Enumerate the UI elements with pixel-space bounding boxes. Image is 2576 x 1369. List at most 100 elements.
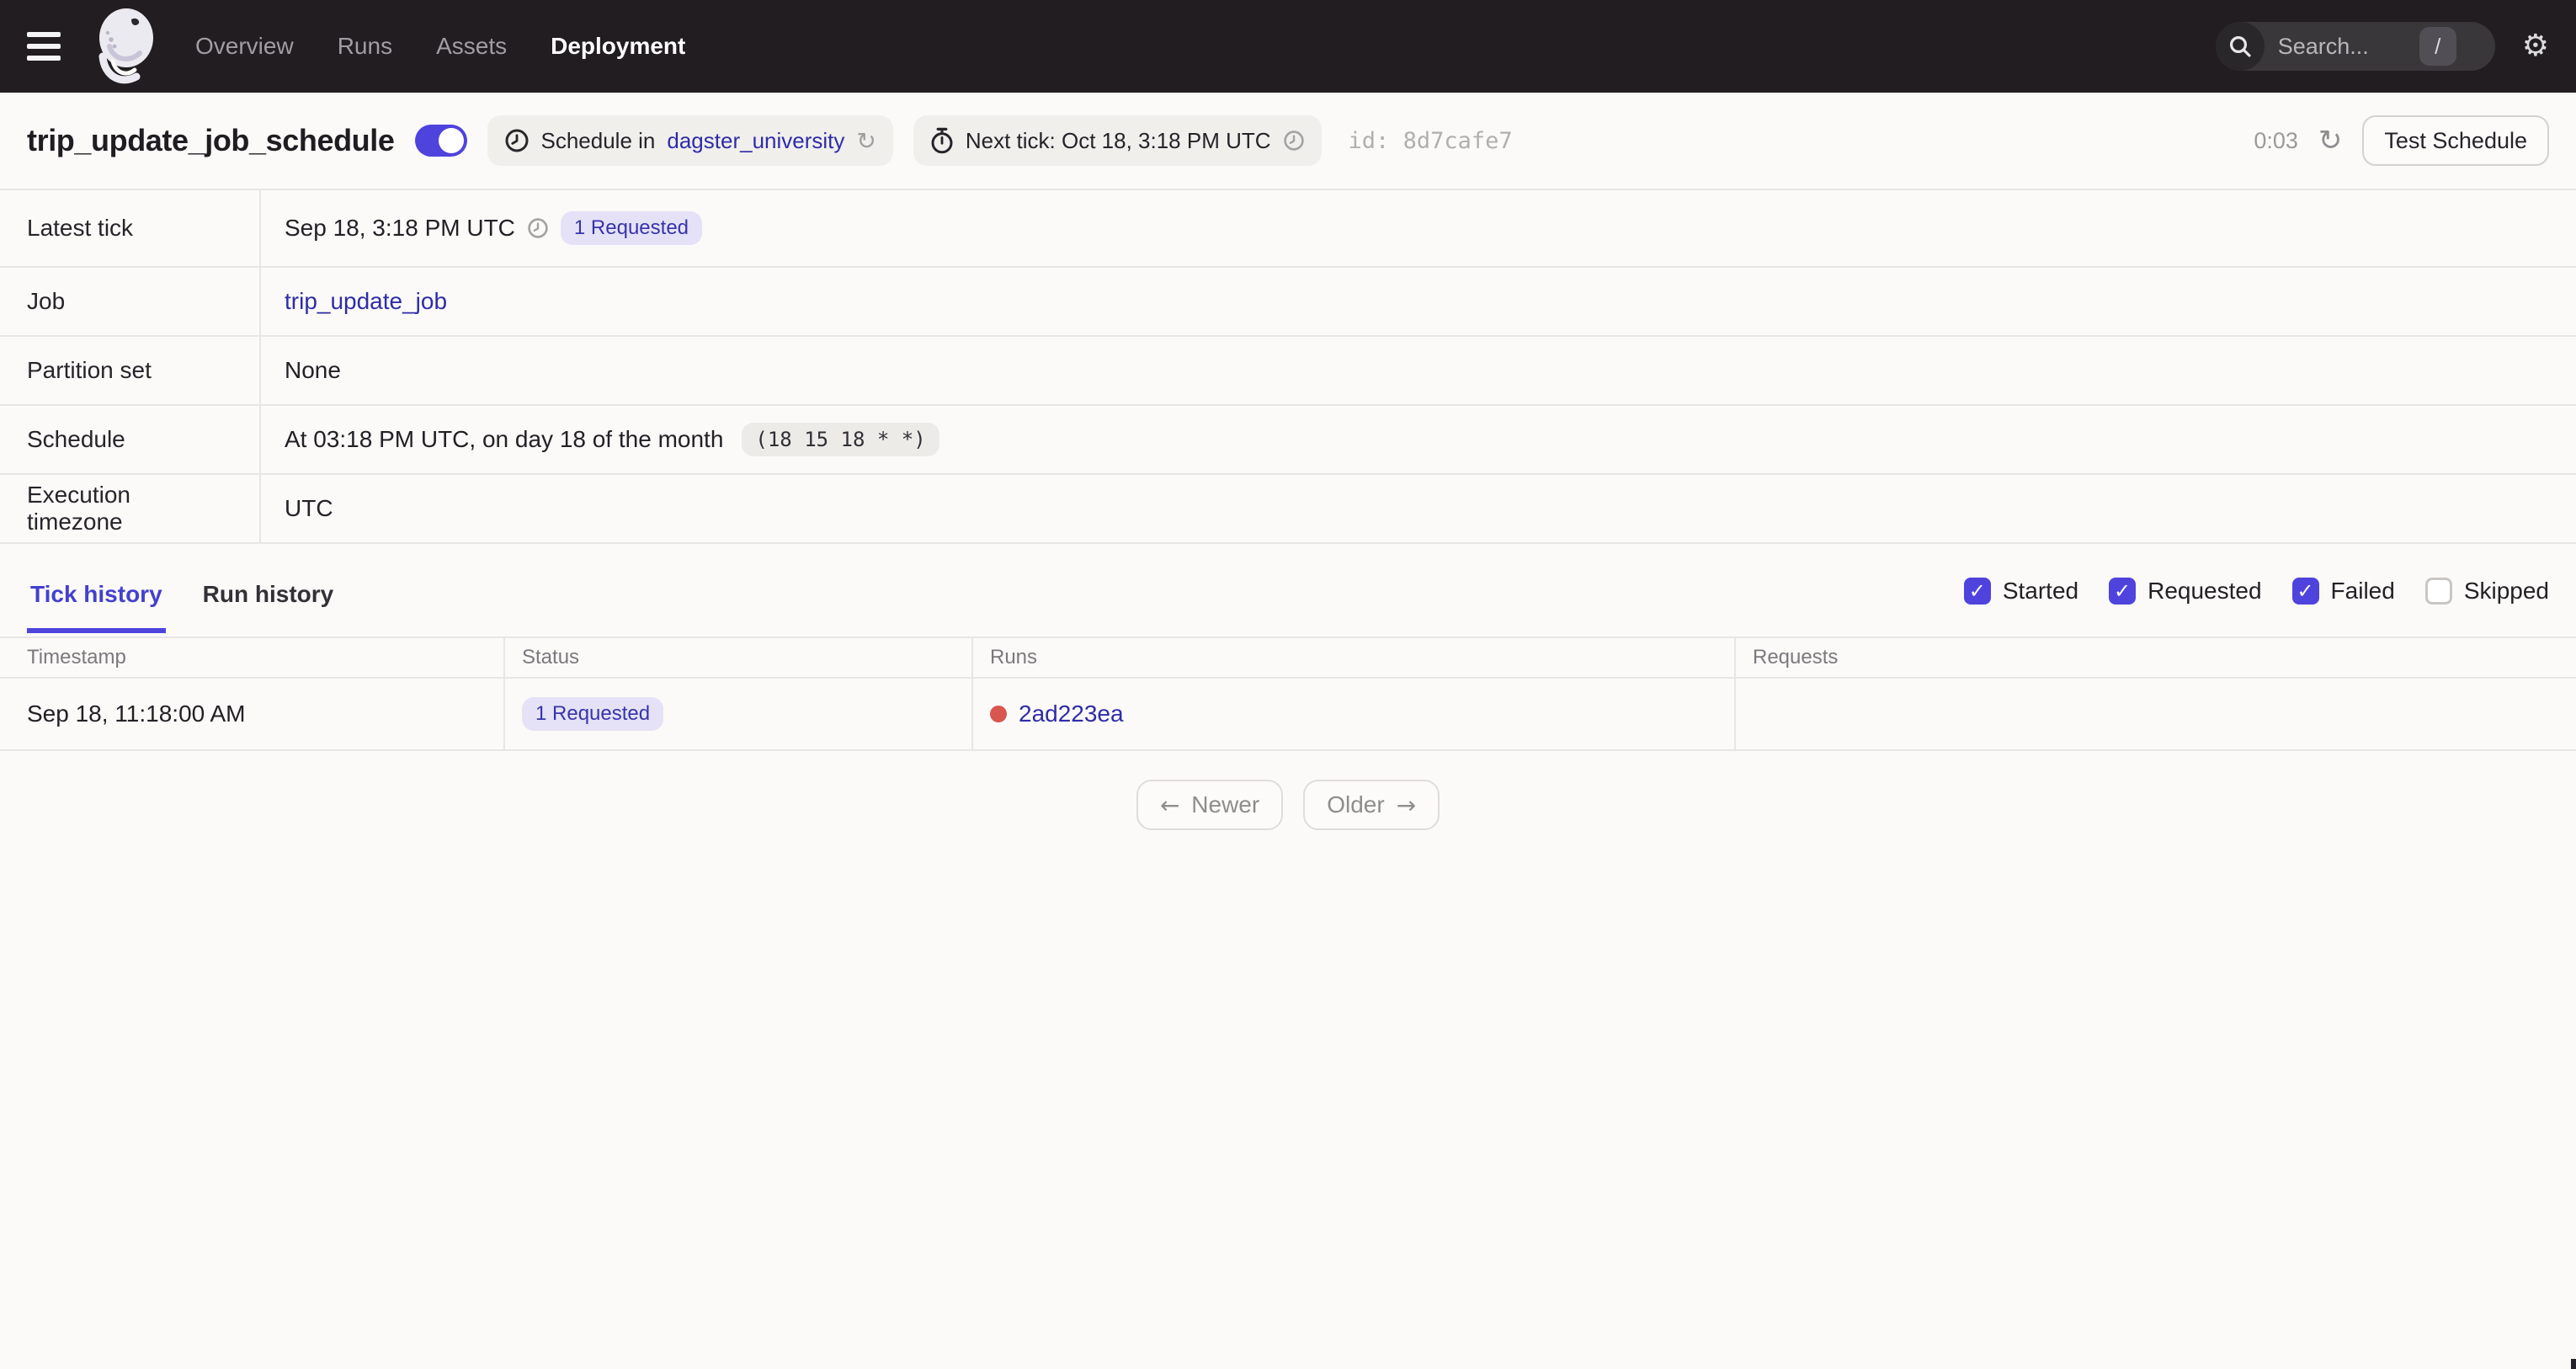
checkbox-started: ✓ [1963, 578, 1991, 605]
detail-value: trip_update_job [261, 268, 471, 335]
schedule-id-value: 8d7cafe7 [1402, 127, 1513, 154]
gear-icon[interactable]: ⚙ [2522, 31, 2549, 61]
hamburger-icon [27, 32, 61, 37]
schedule-header-row: trip_update_job_schedule Schedule in dag… [0, 93, 2576, 190]
refresh-icon[interactable]: ↻ [2318, 126, 2343, 155]
nav-item-runs[interactable]: Runs [338, 33, 392, 60]
detail-label: Latest tick [0, 190, 261, 266]
tick-history-table: Timestamp Status Runs Requests Sep 18, 1… [0, 637, 2576, 751]
history-tabs-row: Tick history Run history ✓ Started ✓ Req… [0, 567, 2576, 633]
detail-value: None [261, 337, 365, 404]
arrow-left-icon: ← [1159, 791, 1180, 819]
checkbox-skipped: ✓ [2424, 578, 2452, 605]
newer-button[interactable]: ← Newer [1136, 780, 1284, 830]
search-icon [2215, 22, 2265, 71]
detail-label: Schedule [0, 406, 261, 473]
newer-button-label: Newer [1191, 791, 1260, 818]
tick-requests-cell [1734, 679, 2576, 749]
filter-label: Failed [2330, 578, 2395, 604]
nav-item-assets[interactable]: Assets [436, 33, 507, 60]
table-header-row: Timestamp Status Runs Requests [0, 638, 2576, 679]
timezone-value: UTC [285, 495, 333, 521]
schedule-context-pill: Schedule in dagster_university ↻ [487, 115, 893, 166]
search-box[interactable]: / [2215, 22, 2495, 71]
partition-set-value: None [285, 357, 341, 383]
next-tick-text: Next tick: Oct 18, 3:18 PM UTC [965, 127, 1271, 153]
clock-icon [528, 218, 548, 238]
schedule-context-text: Schedule in [540, 127, 656, 153]
repo-link[interactable]: dagster_university [667, 128, 844, 154]
nav-item-overview[interactable]: Overview [195, 33, 294, 60]
hamburger-menu-button[interactable] [27, 24, 71, 68]
detail-value: At 03:18 PM UTC, on day 18 of the month … [261, 406, 963, 473]
schedule-id-label: id: [1348, 127, 1390, 154]
detail-value: Sep 18, 3:18 PM UTC 1 Requested [261, 190, 726, 266]
detail-row-execution-timezone: Execution timezone UTC [0, 475, 2576, 544]
detail-label: Partition set [0, 337, 261, 404]
search-input[interactable] [2264, 33, 2419, 60]
checkbox-requested: ✓ [2109, 578, 2137, 605]
column-header-timestamp: Timestamp [27, 646, 126, 669]
next-tick-pill: Next tick: Oct 18, 3:18 PM UTC [913, 115, 1322, 166]
status-badge: 1 Requested [522, 697, 664, 731]
run-link[interactable]: 2ad223ea [1019, 700, 1124, 727]
filter-failed[interactable]: ✓ Failed [2291, 578, 2395, 605]
detail-label: Execution timezone [0, 475, 261, 542]
filter-requested[interactable]: ✓ Requested [2109, 578, 2262, 605]
detail-row-partition-set: Partition set None [0, 337, 2576, 406]
top-navbar: Overview Runs Assets Deployment / ⚙ [0, 0, 2576, 93]
nav-item-deployment[interactable]: Deployment [551, 33, 685, 60]
slash-shortcut-badge: / [2419, 27, 2456, 66]
tick-timestamp: Sep 18, 11:18:00 AM [27, 700, 246, 727]
schedule-id: id: 8d7cafe7 [1349, 128, 1513, 154]
filter-started[interactable]: ✓ Started [1963, 578, 2079, 605]
hamburger-icon [27, 56, 61, 61]
detail-label: Job [0, 268, 261, 335]
filter-skipped[interactable]: ✓ Skipped [2424, 578, 2549, 605]
older-button-label: Older [1327, 791, 1385, 818]
detail-row-job: Job trip_update_job [0, 268, 2576, 337]
timezone-clock-icon [1283, 131, 1304, 151]
job-link[interactable]: trip_update_job [285, 288, 447, 315]
pagination: ← Newer Older → [0, 780, 2576, 830]
dagster-logo-icon [91, 4, 165, 88]
reload-repo-icon[interactable]: ↻ [856, 127, 876, 155]
column-header-requests: Requests [1734, 638, 2576, 677]
schedule-enabled-toggle[interactable] [414, 125, 467, 157]
arrow-right-icon: → [1396, 791, 1417, 819]
hamburger-icon [27, 44, 61, 49]
older-button[interactable]: Older → [1303, 780, 1440, 830]
cron-expression-chip: (18 15 18 * *) [742, 423, 939, 456]
dagster-app: Overview Runs Assets Deployment / ⚙ trip… [0, 0, 2576, 1369]
checkbox-failed: ✓ [2291, 578, 2319, 605]
tick-status-cell: 1 Requested [503, 679, 971, 749]
latest-tick-time: Sep 18, 3:18 PM UTC [285, 215, 515, 241]
schedule-details: Latest tick Sep 18, 3:18 PM UTC 1 Reques… [0, 190, 2576, 544]
check-icon: ✓ [2114, 579, 2132, 603]
schedule-description: At 03:18 PM UTC, on day 18 of the month [285, 426, 724, 452]
check-icon: ✓ [2297, 579, 2314, 603]
tab-run-history[interactable]: Run history [200, 567, 338, 633]
column-header-status: Status [503, 638, 971, 677]
navbar-right: / ⚙ [2215, 22, 2549, 71]
header-actions: 0:03 ↻ Test Schedule [2254, 115, 2549, 166]
check-icon: ✓ [1968, 579, 1986, 603]
detail-value: UTC [261, 475, 357, 542]
test-schedule-button[interactable]: Test Schedule [2362, 115, 2549, 166]
run-status-dot [990, 706, 1007, 722]
nav-items: Overview Runs Assets Deployment [195, 33, 685, 60]
detail-row-schedule: Schedule At 03:18 PM UTC, on day 18 of t… [0, 406, 2576, 475]
stopwatch-icon [931, 127, 953, 154]
filter-label: Started [2002, 578, 2079, 604]
filter-label: Skipped [2463, 578, 2549, 604]
status-filters: ✓ Started ✓ Requested ✓ Failed ✓ Skipped [1963, 567, 2549, 605]
tab-tick-history[interactable]: Tick history [27, 567, 166, 633]
page-title: trip_update_job_schedule [27, 123, 395, 157]
detail-row-latest-tick: Latest tick Sep 18, 3:18 PM UTC 1 Reques… [0, 190, 2576, 268]
refresh-countdown: 0:03 [2254, 127, 2298, 153]
filter-label: Requested [2148, 578, 2262, 604]
clock-icon [505, 129, 528, 152]
corner-artifact [2571, 1359, 2576, 1369]
tick-runs-cell: 2ad223ea [971, 679, 1734, 749]
table-row: Sep 18, 11:18:00 AM 1 Requested 2ad223ea [0, 679, 2576, 751]
